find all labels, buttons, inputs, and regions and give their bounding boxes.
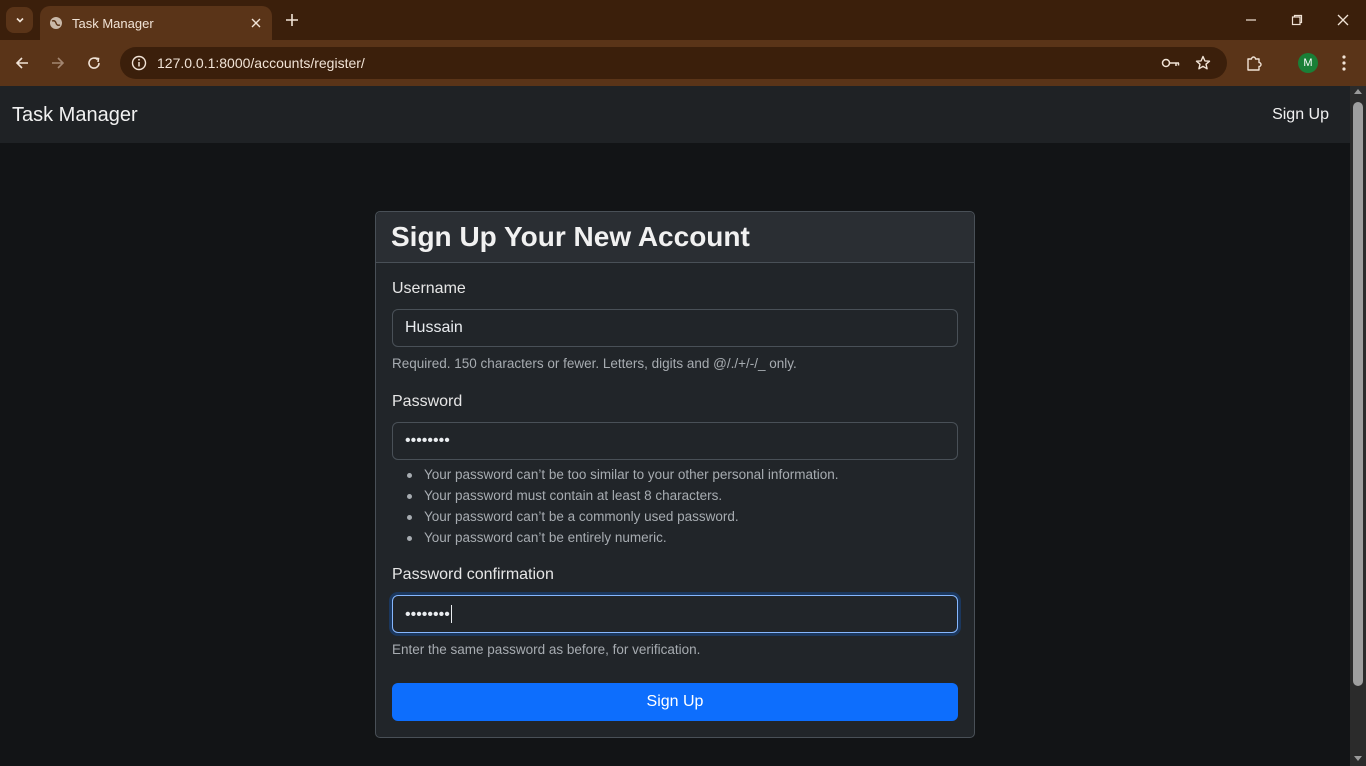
back-button[interactable] — [10, 51, 34, 75]
new-tab-button[interactable] — [282, 10, 302, 30]
scroll-up-arrow[interactable] — [1354, 89, 1362, 94]
password-input[interactable]: •••••••• — [392, 422, 958, 460]
kebab-menu-icon — [1342, 55, 1346, 71]
puzzle-icon — [1247, 56, 1262, 71]
text-caret — [450, 605, 452, 623]
password-confirmation-help-text: Enter the same password as before, for v… — [392, 642, 701, 657]
browser-menu-button[interactable] — [1332, 51, 1356, 75]
password-label: Password — [392, 393, 463, 410]
password-rule: Your password can’t be a commonly used p… — [406, 509, 958, 530]
password-manager-button[interactable] — [1155, 47, 1187, 79]
profile-avatar[interactable]: M — [1298, 53, 1318, 73]
username-input[interactable]: Hussain — [392, 309, 958, 347]
reload-icon — [88, 57, 100, 69]
arrow-left-icon — [15, 57, 28, 69]
scroll-thumb[interactable] — [1353, 102, 1363, 686]
password-confirmation-value: •••••••• — [405, 606, 450, 623]
scroll-down-arrow[interactable] — [1354, 756, 1362, 761]
restore-button[interactable] — [1274, 7, 1320, 33]
arrow-right-icon — [52, 57, 65, 69]
browser-tab[interactable]: Task Manager — [40, 6, 272, 40]
forward-button[interactable] — [46, 51, 70, 75]
page-viewport: Task Manager Sign Up Sign Up Your New Ac… — [0, 86, 1350, 766]
tab-close-button[interactable] — [248, 15, 264, 31]
minimize-button[interactable] — [1228, 7, 1274, 33]
card-header: Sign Up Your New Account — [376, 212, 974, 263]
restore-icon — [1291, 14, 1303, 26]
browser-tab-bar: Task Manager — [0, 0, 1366, 40]
site-navbar: Task Manager Sign Up — [0, 86, 1350, 143]
plus-icon — [286, 14, 298, 26]
browser-toolbar: 127.0.0.1:8000/accounts/register/ M — [0, 40, 1366, 86]
info-icon — [131, 55, 147, 71]
key-icon — [1161, 58, 1180, 68]
close-window-button[interactable] — [1320, 7, 1366, 33]
signup-form: Username Hussain Required. 150 character… — [376, 263, 974, 721]
reload-button[interactable] — [82, 51, 106, 75]
nav-signup-link[interactable]: Sign Up — [1272, 106, 1329, 124]
url-text[interactable]: 127.0.0.1:8000/accounts/register/ — [157, 55, 1155, 71]
chevron-down-icon — [15, 17, 24, 23]
tab-search-button[interactable] — [6, 7, 33, 33]
password-rule: Your password can’t be entirely numeric. — [406, 530, 958, 551]
minimize-icon — [1246, 19, 1256, 21]
tab-title: Task Manager — [72, 15, 154, 31]
password-rules-list: Your password can’t be too similar to yo… — [392, 467, 958, 551]
page-scrollbar[interactable] — [1350, 86, 1366, 766]
bookmark-button[interactable] — [1187, 47, 1219, 79]
globe-icon — [49, 16, 63, 30]
username-value: Hussain — [405, 319, 463, 336]
star-icon — [1195, 55, 1211, 70]
password-confirmation-input[interactable]: •••••••• — [392, 595, 958, 633]
extensions-button[interactable] — [1242, 51, 1266, 75]
signup-submit-button[interactable]: Sign Up — [392, 683, 958, 721]
username-label: Username — [392, 280, 466, 297]
close-icon — [251, 18, 261, 28]
navbar-brand[interactable]: Task Manager — [12, 104, 138, 127]
password-confirmation-label: Password confirmation — [392, 566, 554, 583]
page-title: Sign Up Your New Account — [391, 221, 750, 252]
username-help-text: Required. 150 characters or fewer. Lette… — [392, 356, 797, 371]
password-rule: Your password must contain at least 8 ch… — [406, 488, 958, 509]
signup-card: Sign Up Your New Account Username Hussai… — [375, 211, 975, 738]
password-value: •••••••• — [405, 432, 450, 449]
address-bar[interactable]: 127.0.0.1:8000/accounts/register/ — [120, 47, 1227, 79]
site-info-button[interactable] — [122, 47, 156, 79]
close-icon — [1337, 14, 1349, 26]
password-rule: Your password can’t be too similar to yo… — [406, 467, 958, 488]
